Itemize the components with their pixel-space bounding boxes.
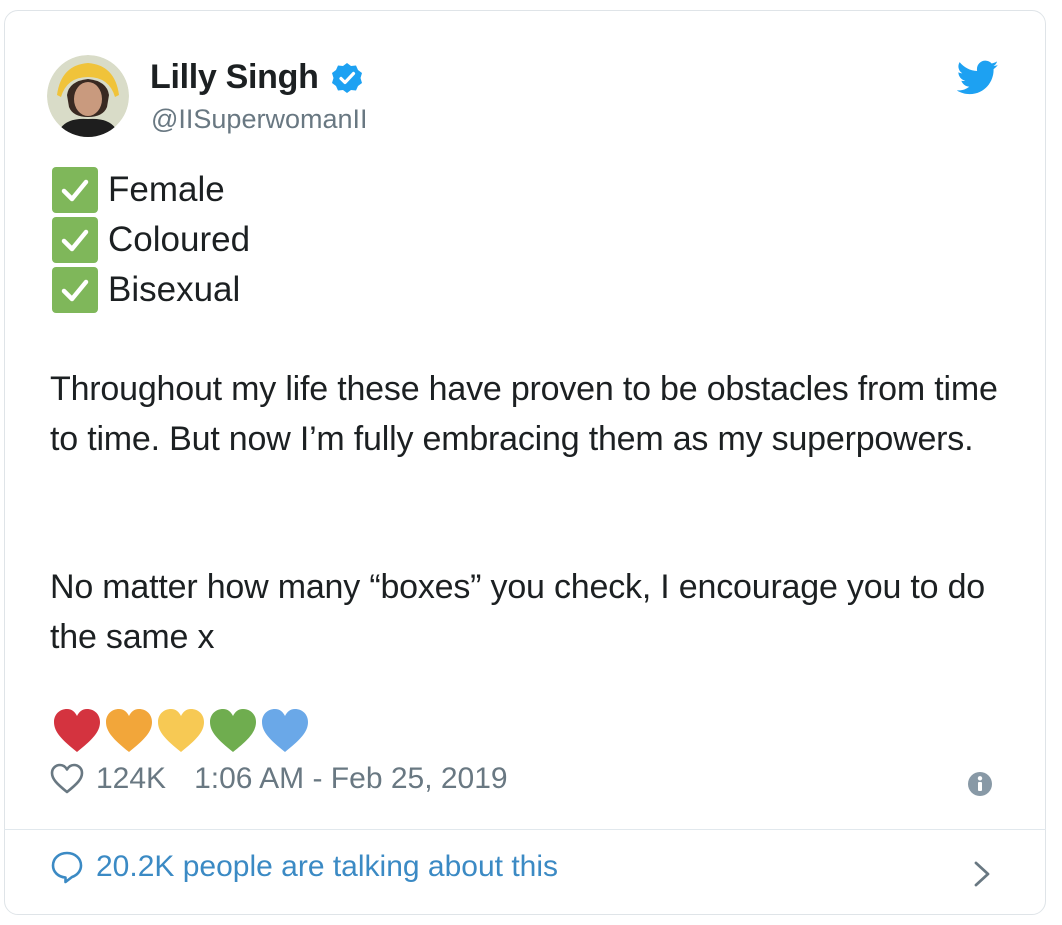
tweet-timestamp[interactable]: 1:06 AM - Feb 25, 2019 (194, 762, 508, 796)
conversation-count[interactable]: 20.2K people are talking about this (96, 850, 558, 884)
info-icon[interactable] (967, 771, 993, 797)
orange-heart-icon (106, 709, 152, 752)
conversation-link[interactable]: 20.2K people are talking about this (50, 850, 558, 884)
author-name[interactable]: Lilly Singh (150, 58, 319, 97)
green-heart-icon (210, 709, 256, 752)
tweet-paragraph: No matter how many “boxes” you check, I … (50, 568, 986, 656)
divider (4, 829, 1046, 830)
twitter-bird-icon[interactable] (957, 60, 999, 96)
heart-outline-icon[interactable] (50, 763, 84, 795)
tweet-paragraph: Throughout my life these have proven to … (50, 370, 998, 458)
chevron-right-icon[interactable] (970, 857, 994, 891)
avatar[interactable] (47, 55, 129, 137)
checklist-label: Female (108, 170, 225, 209)
tweet-meta: 124K 1:06 AM - Feb 25, 2019 (50, 762, 508, 796)
author-row: Lilly Singh (150, 58, 363, 97)
checklist-item: Bisexual (52, 265, 250, 315)
verified-badge-icon (331, 62, 362, 93)
speech-bubble-icon (51, 851, 83, 884)
check-mark-icon (52, 217, 98, 263)
red-heart-icon (54, 709, 100, 752)
like-count[interactable]: 124K (96, 762, 166, 796)
checklist-item: Coloured (52, 215, 250, 265)
checklist: Female Coloured Bisexual (52, 165, 250, 315)
checklist-label: Coloured (108, 220, 251, 259)
check-mark-icon (52, 267, 98, 313)
yellow-heart-icon (158, 709, 204, 752)
heart-emoji-row (52, 708, 312, 754)
checklist-item: Female (52, 165, 250, 215)
checklist-label: Bisexual (108, 270, 241, 309)
check-mark-icon (52, 167, 98, 213)
author-handle[interactable]: @IISuperwomanII (151, 104, 368, 135)
blue-heart-icon (262, 709, 308, 752)
